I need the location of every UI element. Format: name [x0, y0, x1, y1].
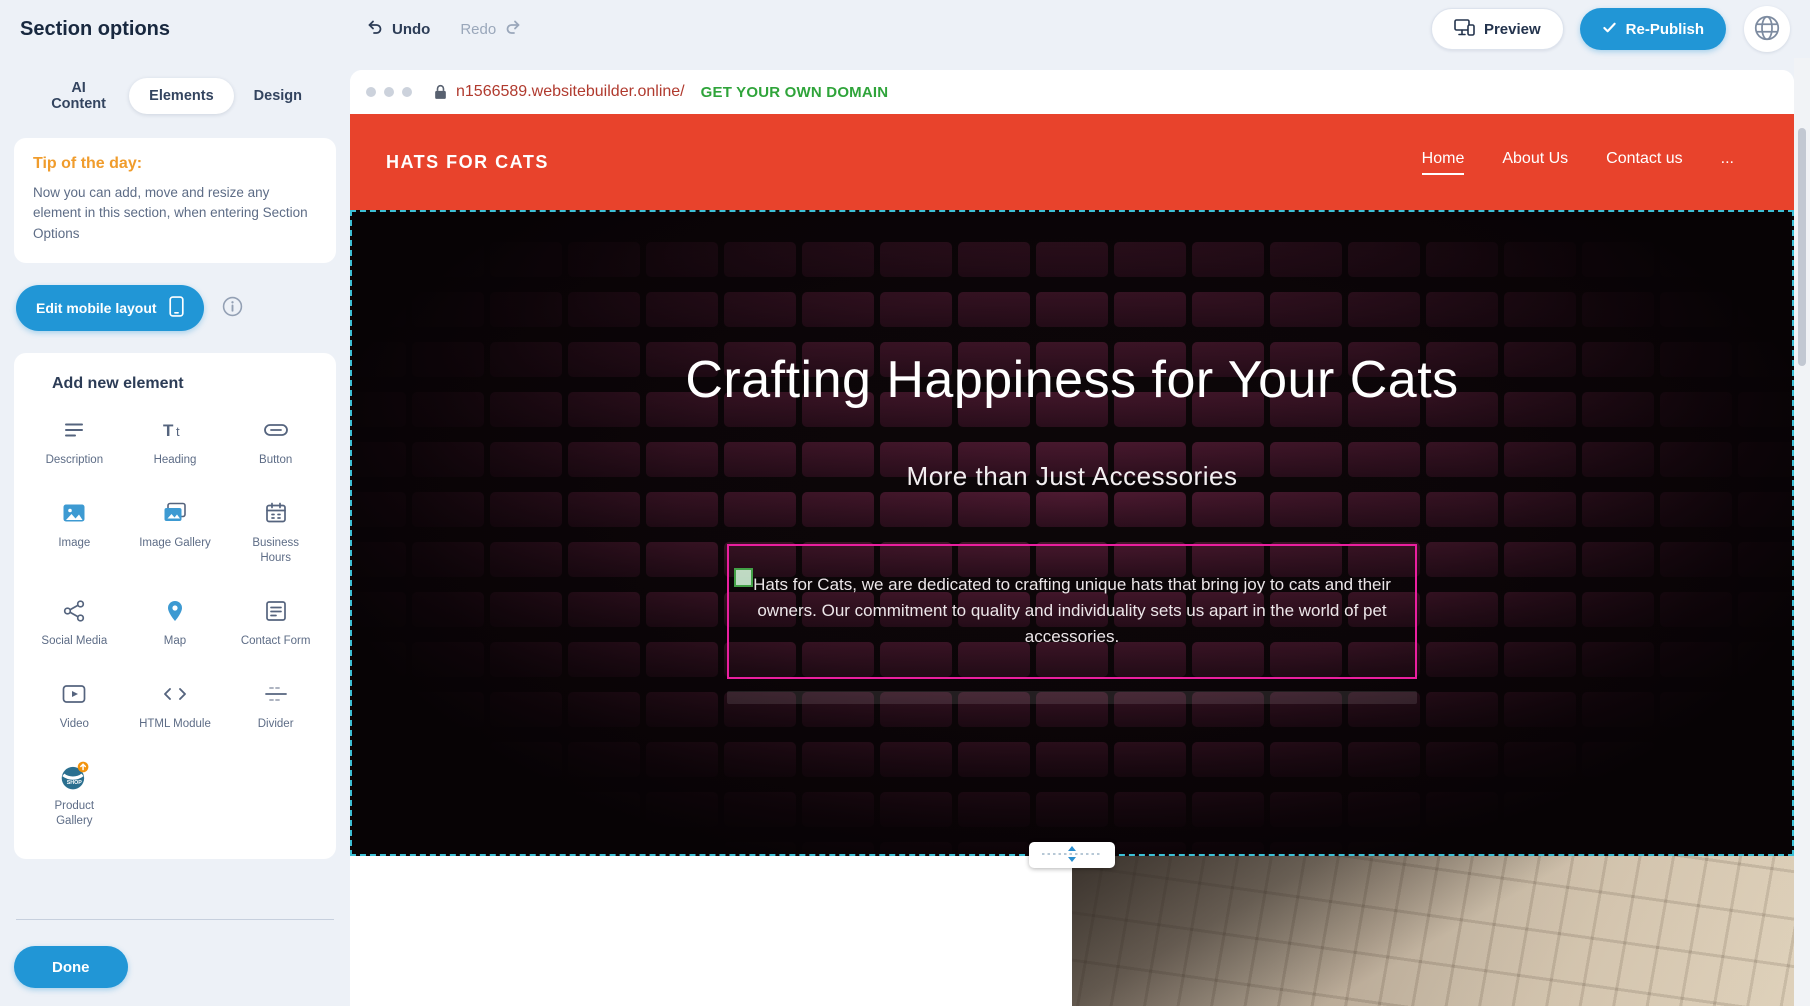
- divider-icon: [263, 679, 289, 709]
- contact-form-icon: [264, 596, 288, 626]
- add-element-image-gallery[interactable]: Image Gallery: [125, 498, 226, 566]
- hero-paragraph-element-selected[interactable]: Hats for Cats, we are dedicated to craft…: [727, 544, 1417, 679]
- hero-subheading[interactable]: More than Just Accessories: [907, 461, 1238, 492]
- next-section-white-column: [350, 856, 1072, 1006]
- add-element-description[interactable]: Description: [24, 415, 125, 468]
- add-element-map[interactable]: Map: [125, 596, 226, 649]
- nav-home[interactable]: Home: [1422, 150, 1465, 175]
- tab-elements[interactable]: Elements: [129, 78, 233, 114]
- add-element-divider[interactable]: Divider: [225, 679, 326, 732]
- site-preview-window: n1566589.websitebuilder.online/ GET YOUR…: [350, 70, 1794, 1006]
- add-element-html-module[interactable]: HTML Module: [125, 679, 226, 732]
- next-section-photo: [1072, 856, 1794, 1006]
- element-drag-handle[interactable]: [734, 568, 753, 587]
- editor-canvas: n1566589.websitebuilder.online/ GET YOUR…: [350, 58, 1794, 1006]
- business-hours-icon: [264, 498, 288, 528]
- website-builder-app: Section options Undo Redo Preview: [0, 0, 1810, 1006]
- history-controls: Undo Redo: [366, 18, 522, 40]
- element-ghost-bar: [727, 691, 1417, 704]
- tip-title: Tip of the day:: [33, 155, 317, 173]
- mobile-layout-info-button[interactable]: [222, 296, 243, 320]
- heading-icon: Tt: [162, 415, 188, 445]
- next-section[interactable]: [350, 856, 1794, 1006]
- phone-icon: [169, 296, 184, 320]
- sidebar-divider: [16, 919, 334, 920]
- product-gallery-icon: SHOP: [58, 761, 90, 791]
- nav-about-us[interactable]: About Us: [1502, 150, 1568, 175]
- button-icon: [263, 415, 289, 445]
- description-icon: [62, 415, 86, 445]
- window-dot: [366, 87, 376, 97]
- undo-button[interactable]: Undo: [366, 18, 430, 40]
- video-icon: [61, 679, 87, 709]
- site-nav: Home About Us Contact us ...: [1422, 150, 1758, 175]
- republish-button[interactable]: Re-Publish: [1580, 8, 1726, 50]
- globe-icon: [1752, 13, 1782, 46]
- social-media-icon: [62, 596, 86, 626]
- html-module-icon: [162, 679, 188, 709]
- redo-button[interactable]: Redo: [460, 18, 522, 40]
- info-icon: [222, 296, 243, 320]
- lock-icon: [434, 84, 447, 100]
- svg-text:SHOP: SHOP: [67, 780, 83, 786]
- site-url: n1566589.websitebuilder.online/: [456, 83, 685, 101]
- sidebar-tabs: AI Content Elements Design: [14, 64, 336, 138]
- site-logo[interactable]: HATS FOR CATS: [386, 152, 549, 173]
- svg-text:T: T: [163, 421, 174, 440]
- nav-more-menu[interactable]: ...: [1721, 150, 1734, 175]
- nav-contact-us[interactable]: Contact us: [1606, 150, 1682, 175]
- add-element-business-hours[interactable]: Business Hours: [225, 498, 326, 566]
- tip-body: Now you can add, move and resize any ele…: [33, 183, 317, 244]
- add-new-element-title: Add new element: [52, 375, 326, 393]
- tab-design[interactable]: Design: [234, 78, 322, 114]
- add-element-social-media[interactable]: Social Media: [24, 596, 125, 649]
- get-own-domain-link[interactable]: GET YOUR OWN DOMAIN: [701, 84, 889, 101]
- section-options-sidebar: AI Content Elements Design Tip of the da…: [0, 58, 350, 1006]
- mobile-layout-row: Edit mobile layout: [16, 285, 334, 331]
- hero-section-selected[interactable]: Crafting Happiness for Your Cats More th…: [350, 210, 1794, 856]
- hero-paragraph: Hats for Cats, we are dedicated to craft…: [741, 572, 1403, 651]
- language-globe-button[interactable]: [1744, 6, 1790, 52]
- add-element-video[interactable]: Video: [24, 679, 125, 732]
- redo-icon: [504, 18, 522, 40]
- resize-arrows-icon: [1040, 844, 1104, 867]
- add-element-product-gallery[interactable]: SHOP Product Gallery: [24, 761, 125, 829]
- body-row: AI Content Elements Design Tip of the da…: [0, 58, 1810, 1006]
- add-element-button[interactable]: Button: [225, 415, 326, 468]
- section-resize-handle[interactable]: [1029, 842, 1115, 868]
- scrollbar-thumb[interactable]: [1798, 128, 1806, 366]
- window-dot: [402, 87, 412, 97]
- add-new-element-card: Add new element Description Tt Heading: [14, 353, 336, 860]
- svg-text:t: t: [176, 424, 180, 439]
- topbar: Section options Undo Redo Preview: [0, 0, 1810, 58]
- hero-heading[interactable]: Crafting Happiness for Your Cats: [685, 340, 1458, 421]
- preview-button[interactable]: Preview: [1431, 8, 1564, 50]
- window-dot: [384, 87, 394, 97]
- undo-icon: [366, 18, 384, 40]
- page-title: Section options: [0, 18, 350, 41]
- tip-of-the-day-card: Tip of the day: Now you can add, move an…: [14, 138, 336, 263]
- site-header[interactable]: HATS FOR CATS Home About Us Contact us .…: [350, 114, 1794, 210]
- browser-bar: n1566589.websitebuilder.online/ GET YOUR…: [350, 70, 1794, 114]
- sidebar-bottom: Done: [14, 919, 336, 988]
- image-gallery-icon: [162, 498, 188, 528]
- check-icon: [1602, 20, 1617, 39]
- element-grid: Description Tt Heading Button: [24, 415, 326, 830]
- add-element-image[interactable]: Image: [24, 498, 125, 566]
- add-element-contact-form[interactable]: Contact Form: [225, 596, 326, 649]
- map-pin-icon: [164, 596, 186, 626]
- page-scrollbar[interactable]: [1794, 58, 1810, 1006]
- hero-content: Crafting Happiness for Your Cats More th…: [352, 212, 1792, 854]
- done-button[interactable]: Done: [14, 946, 128, 988]
- site-page: HATS FOR CATS Home About Us Contact us .…: [350, 114, 1794, 1006]
- add-element-heading[interactable]: Tt Heading: [125, 415, 226, 468]
- edit-mobile-layout-button[interactable]: Edit mobile layout: [16, 285, 204, 331]
- window-dots: [366, 87, 412, 97]
- image-icon: [61, 498, 87, 528]
- preview-devices-icon: [1454, 19, 1475, 40]
- tab-ai-content[interactable]: AI Content: [28, 70, 129, 122]
